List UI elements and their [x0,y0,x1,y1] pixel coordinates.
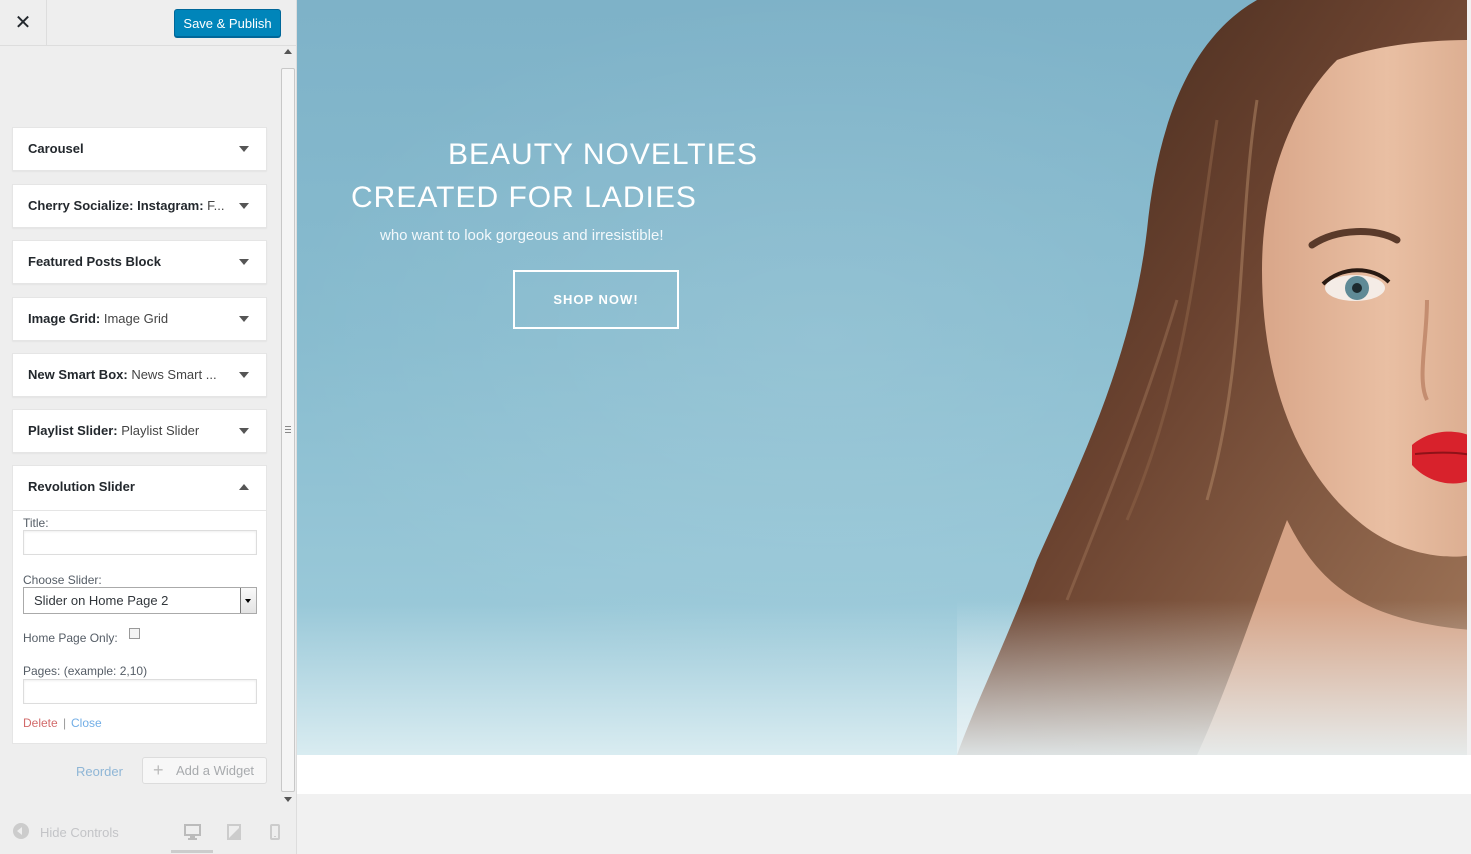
widget-playlist-slider[interactable]: Playlist Slider: Playlist Slider [12,409,267,453]
hero-heading-line1: BEAUTY NOVELTIES [448,138,758,171]
tablet-icon[interactable] [227,824,241,840]
scrollbar-thumb[interactable] [281,68,295,792]
delete-widget-link[interactable]: Delete [23,716,58,730]
save-publish-button[interactable]: Save & Publish [174,9,281,37]
widget-featured-posts[interactable]: Featured Posts Block [12,240,267,284]
hide-controls-button[interactable]: Hide Controls [40,825,119,840]
shop-now-button[interactable]: SHOP NOW! [513,270,679,329]
widget-cherry-socialize[interactable]: Cherry Socialize: Instagram: F... [12,184,267,228]
hide-controls-icon[interactable] [13,823,29,839]
close-icon: ✕ [14,12,32,34]
customizer-header: ✕ Save & Publish [0,0,296,46]
close-customizer-button[interactable]: ✕ [0,0,47,45]
home-page-only-checkbox[interactable] [129,628,140,639]
widget-title: Carousel [28,141,84,156]
widget-carousel[interactable]: Carousel [12,127,267,171]
chevron-down-icon[interactable] [240,588,256,613]
pages-label: Pages: (example: 2,10) [23,664,148,678]
widget-title: New Smart Box: News Smart ... [28,367,217,382]
customizer-footer: Hide Controls [0,810,296,854]
scroll-down-arrow-icon[interactable] [284,797,292,802]
widget-title: Featured Posts Block [28,254,161,269]
widget-smart-box[interactable]: New Smart Box: News Smart ... [12,353,267,397]
widget-header[interactable]: Revolution Slider [13,466,266,511]
home-page-only-label: Home Page Only: [23,631,118,645]
hero-heading-line2: CREATED FOR LADIES [351,181,697,214]
selected-slider-value: Slider on Home Page 2 [34,593,169,608]
plus-icon: + [153,760,164,780]
desktop-icon[interactable] [184,824,201,840]
widget-image-grid[interactable]: Image Grid: Image Grid [12,297,267,341]
collapse-arrow-icon[interactable] [239,484,249,490]
choose-slider-select[interactable]: Slider on Home Page 2 [23,587,257,614]
reorder-link[interactable]: Reorder [76,764,123,779]
title-input[interactable] [23,530,257,555]
hero-subtitle: who want to look gorgeous and irresistib… [380,227,664,244]
content-strip [297,755,1471,794]
expand-arrow-icon[interactable] [239,372,249,378]
widget-title: Playlist Slider: Playlist Slider [28,423,200,438]
choose-slider-label: Choose Slider: [23,573,102,587]
add-widget-label: Add a Widget [176,763,255,778]
pages-input[interactable] [23,679,257,704]
widget-revolution-slider: Revolution Slider Title: Choose Slider: … [12,465,267,744]
link-separator: | [63,716,67,730]
expand-arrow-icon[interactable] [239,316,249,322]
active-device-indicator [171,850,213,853]
widget-title: Image Grid: Image Grid [28,311,169,326]
expand-arrow-icon[interactable] [239,428,249,434]
add-widget-button[interactable]: + Add a Widget [142,757,267,784]
grip-icon [285,426,291,433]
close-widget-link[interactable]: Close [71,716,102,730]
expand-arrow-icon[interactable] [239,146,249,152]
mobile-icon[interactable] [270,824,280,840]
hero-slider: BEAUTY NOVELTIES CREATED FOR LADIES who … [297,0,1467,755]
site-preview: BEAUTY NOVELTIES CREATED FOR LADIES who … [297,0,1471,854]
expand-arrow-icon[interactable] [239,203,249,209]
expand-arrow-icon[interactable] [239,259,249,265]
widget-title: Cherry Socialize: Instagram: F... [28,198,225,213]
customizer-sidebar: ✕ Save & Publish Carousel Cherry Sociali… [0,0,297,854]
scroll-up-arrow-icon[interactable] [284,49,292,54]
widget-title: Revolution Slider [28,479,135,494]
model-portrait-image [957,0,1467,755]
sidebar-scrollbar[interactable] [280,45,296,810]
title-label: Title: [23,516,49,530]
